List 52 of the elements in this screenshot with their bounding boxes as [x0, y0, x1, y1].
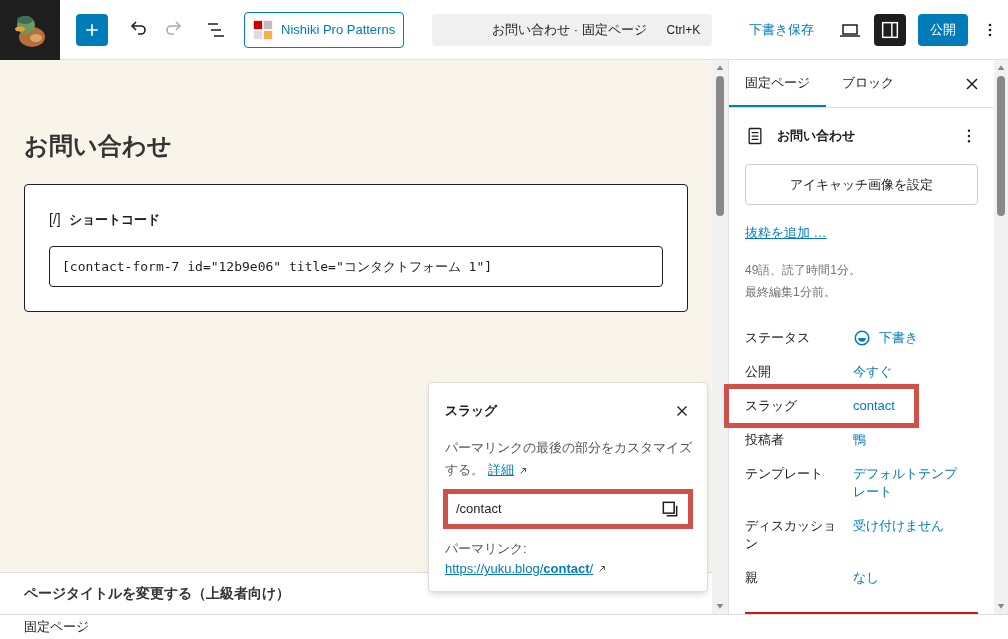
field-label: ディスカッション: [745, 516, 837, 553]
slug-value: /contact: [456, 500, 503, 519]
scroll-down-icon[interactable]: [716, 602, 724, 610]
patterns-button[interactable]: Nishiki Pro Patterns: [244, 11, 405, 48]
patterns-icon: [253, 19, 273, 40]
scroll-up-icon[interactable]: [997, 64, 1005, 72]
sidebar-tab[interactable]: 固定ページ: [729, 60, 826, 107]
field-value-link[interactable]: 今すぐ: [853, 362, 968, 381]
field-label: 親: [745, 568, 759, 587]
scroll-down-icon[interactable]: [997, 602, 1005, 610]
status-button[interactable]: 下書き: [853, 328, 918, 347]
field-label: スラッグ: [745, 396, 798, 415]
external-link-icon: [518, 465, 528, 476]
shortcode-block[interactable]: [/] ショートコード [contact-form-7 id="12b9e06" title="コンタクトフォーム 1"]: [24, 184, 688, 312]
field-value-link[interactable]: 鴨: [853, 430, 968, 449]
post-title: お問い合わせ: [777, 127, 856, 146]
save-draft-button[interactable]: 下書き保存: [741, 11, 822, 48]
draft-status-icon: [853, 328, 871, 347]
post-stats: 最終編集1分前。: [745, 283, 837, 301]
popover-description: パーマリンクの最後の部分をカスタマイズする。 詳細: [445, 440, 693, 479]
shortcut-hint: Ctrl+K: [666, 21, 702, 39]
block-title: ショートコード: [68, 210, 160, 229]
permalink-label: パーマリンク:: [445, 540, 528, 558]
panel-title: ページタイトルを変更する（上級者向け）: [24, 584, 290, 603]
breadcrumb: 固定ページ: [24, 618, 89, 637]
shortcode-field[interactable]: [contact-form-7 id="12b9e06" title="コンタクトフォーム 1"]: [49, 246, 663, 287]
field-label: 投稿者: [745, 430, 785, 449]
shortcode-icon: [/]: [49, 209, 61, 230]
document-title: お問い合わせ · 固定ページ: [491, 20, 648, 39]
publish-button[interactable]: 公開: [918, 13, 968, 46]
popover-title: スラッグ: [445, 402, 497, 421]
external-link-icon: [597, 564, 608, 574]
command-bar[interactable]: お問い合わせ · 固定ページ Ctrl+K: [432, 13, 713, 46]
add-block-button[interactable]: [76, 13, 108, 46]
scrollbar-thumb[interactable]: [997, 76, 1005, 216]
settings-toggle[interactable]: [874, 13, 906, 46]
excerpt-link[interactable]: 抜粋を追加 …: [745, 223, 827, 243]
scroll-up-icon[interactable]: [716, 64, 724, 72]
sidebar-tab[interactable]: ブロック: [826, 60, 910, 107]
field-value-link[interactable]: 受け付けません: [853, 516, 968, 535]
page-title: お問い合わせ: [24, 131, 173, 161]
featured-image-button[interactable]: アイキャッチ画像を設定: [745, 164, 978, 205]
field-value-link[interactable]: なし: [853, 568, 968, 587]
field-label: ステータス: [745, 328, 811, 347]
field-label: テンプレート: [745, 464, 824, 483]
copy-icon[interactable]: [660, 499, 680, 519]
details-link[interactable]: 詳細: [488, 463, 514, 477]
post-stats: 49語、読了時間1分。: [745, 261, 863, 279]
field-value-link[interactable]: デフォルトテンプレート: [853, 464, 968, 501]
field-value-link[interactable]: contact: [853, 396, 914, 415]
scrollbar-thumb[interactable]: [716, 76, 724, 216]
field-label: 公開: [745, 362, 772, 381]
